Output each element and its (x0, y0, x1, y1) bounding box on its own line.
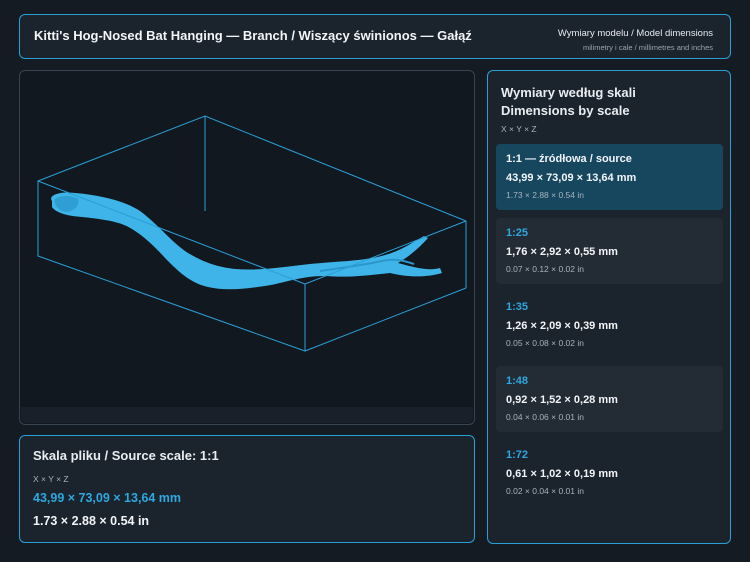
scales-title-en: Dimensions by scale (501, 103, 630, 118)
scale-dimensions-mm: 0,61 × 1,02 × 0,19 mm (506, 468, 618, 480)
scale-label: 1:1 — źródłowa / source (506, 153, 632, 165)
scales-title-pl: Wymiary według skali (501, 85, 636, 100)
scale-label: 1:25 (506, 227, 529, 239)
scale-dimensions-inches: 1.73 × 2.88 × 0.54 in (506, 190, 584, 200)
model-dimensions-units: milimetry i cale / millimetres and inche… (582, 43, 713, 52)
scales-title: Wymiary według skali Dimensions by scale (501, 84, 636, 120)
model-title: Kitti's Hog-Nosed Bat Hanging — Branch /… (34, 28, 472, 43)
source-scale-title: Skala pliku / Source scale: 1:1 (33, 448, 219, 463)
scale-dimensions-inches: 0.05 × 0.08 × 0.02 in (506, 338, 584, 348)
scale-item-1-48[interactable]: 1:48 0,92 × 1,52 × 0,28 mm 0.04 × 0.06 ×… (496, 366, 723, 432)
model-render (37, 115, 467, 352)
bat-branch-model (51, 192, 442, 290)
scale-label: 1:72 (506, 449, 529, 461)
model-dimensions-heading: Wymiary modelu / Model dimensions (557, 28, 713, 39)
scale-label: 1:48 (506, 375, 529, 387)
scale-dimensions-inches: 0.04 × 0.06 × 0.01 in (506, 412, 584, 422)
source-scale-panel: Skala pliku / Source scale: 1:1 X × Y × … (19, 435, 475, 543)
scale-item-1-72[interactable]: 1:72 0,61 × 1,02 × 0,19 mm 0.02 × 0.04 ×… (496, 440, 723, 506)
scale-dimensions-inches: 0.02 × 0.04 × 0.01 in (506, 486, 584, 496)
scale-dimensions-mm: 1,76 × 2,92 × 0,55 mm (506, 246, 618, 258)
source-dimensions-mm: 43,99 × 73,09 × 13,64 mm (33, 491, 182, 505)
scale-dimensions-mm: 0,92 × 1,52 × 0,28 mm (506, 394, 618, 406)
scales-axes-label: X × Y × Z (501, 124, 537, 134)
model-viewer[interactable] (19, 70, 475, 425)
header-bar: Kitti's Hog-Nosed Bat Hanging — Branch /… (19, 14, 731, 59)
source-axes-label: X × Y × Z (33, 474, 69, 484)
scale-dimensions-mm: 1,26 × 2,09 × 0,39 mm (506, 320, 618, 332)
source-dimensions-inches: 1.73 × 2.88 × 0.54 in (33, 514, 150, 528)
scale-label: 1:35 (506, 301, 529, 313)
scale-dimensions-inches: 0.07 × 0.12 × 0.02 in (506, 264, 584, 274)
scale-dimensions-mm: 43,99 × 73,09 × 13,64 mm (506, 172, 637, 184)
scale-item-1-35[interactable]: 1:35 1,26 × 2,09 × 0,39 mm 0.05 × 0.08 ×… (496, 292, 723, 358)
scales-panel: Wymiary według skali Dimensions by scale… (487, 70, 731, 544)
scale-item-1-1[interactable]: 1:1 — źródłowa / source 43,99 × 73,09 × … (496, 144, 723, 210)
scale-item-1-25[interactable]: 1:25 1,76 × 2,92 × 0,55 mm 0.07 × 0.12 ×… (496, 218, 723, 284)
